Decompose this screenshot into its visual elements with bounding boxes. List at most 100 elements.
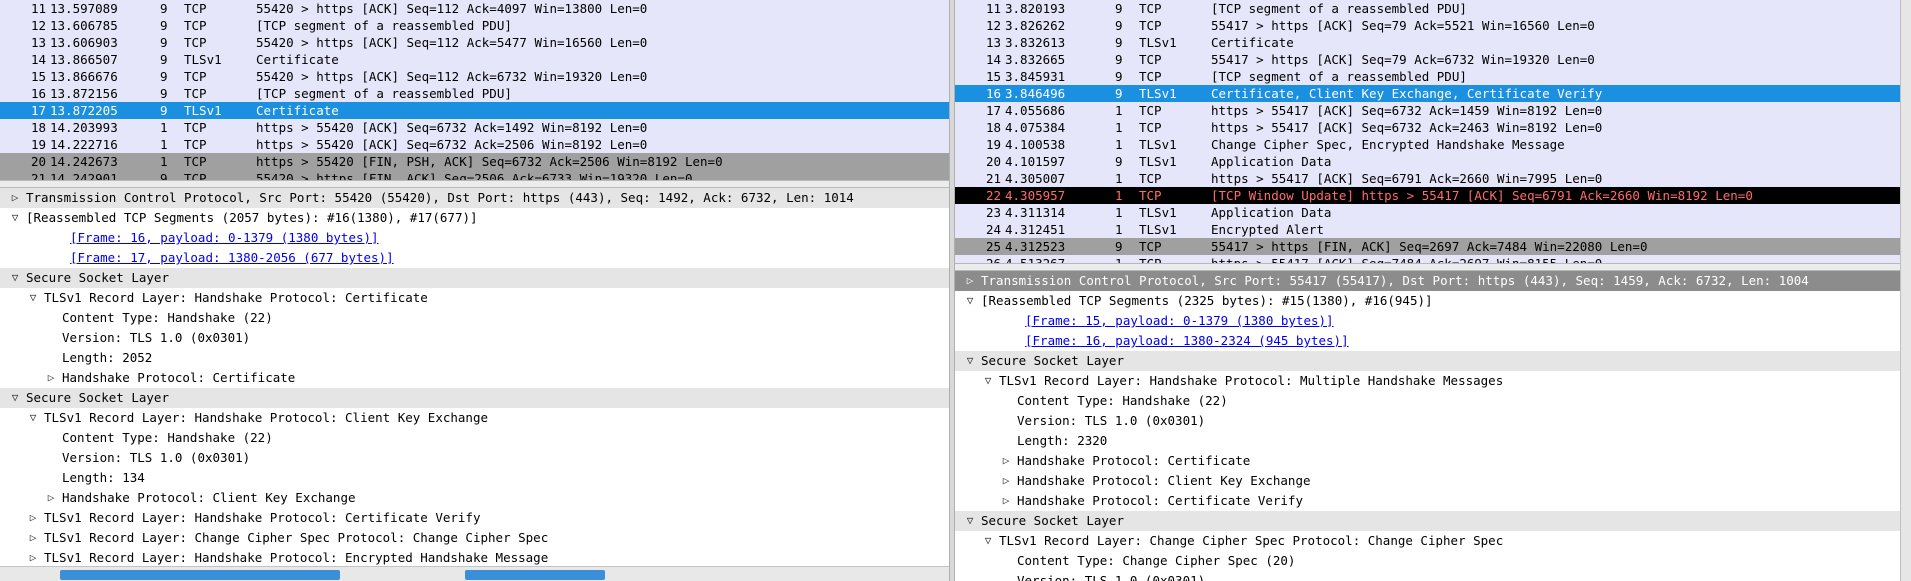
tree-node[interactable]: ▷ TLSv1 Record Layer: Change Cipher Spec … bbox=[0, 528, 949, 548]
collapsed-triangle-icon[interactable]: ▷ bbox=[999, 491, 1013, 511]
frame-link[interactable]: [Frame: 16, payload: 1380-2324 (945 byte… bbox=[1025, 331, 1349, 351]
expanded-triangle-icon[interactable]: ▽ bbox=[8, 268, 22, 288]
packet-row[interactable]: 25 4.312523 9 TCP 55417 > https [FIN, ACK] S… bbox=[955, 238, 1900, 255]
packet-row[interactable]: 18 4.075384 1 TCP https > 55417 [ACK] Seq=67… bbox=[955, 119, 1900, 136]
packet-row[interactable]: 12 3.826262 9 TCP 55417 > https [ACK] Seq=79… bbox=[955, 17, 1900, 34]
packet-row[interactable]: 16 3.846496 9 TLSv1 Certificate, Client Key … bbox=[955, 85, 1900, 102]
packet-row[interactable]: 13 13.606903 9 TCP 55420 > https [ACK] Seq=1… bbox=[0, 34, 949, 51]
collapsed-triangle-icon[interactable]: ▷ bbox=[8, 188, 22, 208]
packet-row[interactable]: 19 4.100538 1 TLSv1 Change Cipher Spec, Encr… bbox=[955, 136, 1900, 153]
tree-node[interactable]: ▷ Handshake Protocol: Certificate Verify bbox=[955, 491, 1900, 511]
window-edge-scrollbar[interactable] bbox=[1900, 0, 1911, 581]
packet-row[interactable]: 13 3.832613 9 TLSv1 Certificate bbox=[955, 34, 1900, 51]
tree-node[interactable]: Length: 134 bbox=[0, 468, 949, 488]
packet-row[interactable]: 11 3.820193 9 TCP [TCP segment of a reassemb… bbox=[955, 0, 1900, 17]
tree-node[interactable]: Version: TLS 1.0 (0x0301) bbox=[955, 411, 1900, 431]
expanded-triangle-icon[interactable]: ▽ bbox=[963, 511, 977, 531]
collapsed-triangle-icon[interactable]: ▷ bbox=[963, 271, 977, 291]
collapsed-triangle-icon[interactable]: ▷ bbox=[26, 528, 40, 548]
tree-node[interactable]: ▽ Secure Socket Layer bbox=[955, 351, 1900, 371]
packet-row[interactable]: 23 4.311314 1 TLSv1 Application Data bbox=[955, 204, 1900, 221]
frame-link-row[interactable]: [Frame: 16, payload: 0-1379 (1380 bytes)… bbox=[0, 228, 949, 248]
packet-protocol: TLSv1 bbox=[1139, 86, 1177, 101]
packet-row[interactable]: 14 3.832665 9 TCP 55417 > https [ACK] Seq=79… bbox=[955, 51, 1900, 68]
tree-node[interactable]: ▽ TLSv1 Record Layer: Handshake Protocol:… bbox=[955, 371, 1900, 391]
tree-node[interactable]: ▽ Secure Socket Layer bbox=[0, 268, 949, 288]
tree-node[interactable]: ▷ TLSv1 Record Layer: Handshake Protocol:… bbox=[0, 508, 949, 528]
pane-splitter[interactable] bbox=[0, 180, 949, 188]
packet-row[interactable]: 17 4.055686 1 TCP https > 55417 [ACK] Seq=67… bbox=[955, 102, 1900, 119]
tree-node-label: TLSv1 Record Layer: Change Cipher Spec P… bbox=[999, 533, 1504, 548]
tree-node[interactable]: ▽ TLSv1 Record Layer: Handshake Protocol:… bbox=[0, 408, 949, 428]
tree-node[interactable]: Version: TLS 1.0 (0x0301) bbox=[0, 448, 949, 468]
packet-row[interactable]: 26 4.5132671TCPhttps > 55417 [ACK] Seq=74… bbox=[955, 255, 1900, 263]
tree-node[interactable]: Version: TLS 1.0 (0x0301) bbox=[0, 328, 949, 348]
pane-splitter[interactable] bbox=[955, 263, 1900, 271]
packet-row[interactable]: 20 14.242673 1 TCP https > 55420 [FIN, PSH, … bbox=[0, 153, 949, 170]
frame-link-row[interactable]: [Frame: 17, payload: 1380-2056 (677 byte… bbox=[0, 248, 949, 268]
expanded-triangle-icon[interactable]: ▽ bbox=[26, 288, 40, 308]
tree-node[interactable]: Version: TLS 1.0 (0x0301) bbox=[955, 571, 1900, 581]
expanded-triangle-icon[interactable]: ▽ bbox=[963, 351, 977, 371]
packet-details-tree[interactable]: ▷ Transmission Control Protocol, Src Port… bbox=[0, 188, 949, 566]
tree-node[interactable]: ▽ [Reassembled TCP Segments (2057 bytes):… bbox=[0, 208, 949, 228]
collapsed-triangle-icon[interactable]: ▷ bbox=[44, 368, 58, 388]
tree-node[interactable]: ▽ Secure Socket Layer bbox=[0, 388, 949, 408]
packet-row[interactable]: 20 4.101597 9 TLSv1 Application Data bbox=[955, 153, 1900, 170]
tree-node[interactable]: ▷ Handshake Protocol: Certificate bbox=[955, 451, 1900, 471]
tree-node[interactable]: Content Type: Handshake (22) bbox=[955, 391, 1900, 411]
frame-link[interactable]: [Frame: 17, payload: 1380-2056 (677 byte… bbox=[70, 248, 394, 268]
tree-node[interactable]: Content Type: Handshake (22) bbox=[0, 428, 949, 448]
frame-link[interactable]: [Frame: 15, payload: 0-1379 (1380 bytes)… bbox=[1025, 311, 1334, 331]
bytes-tab-frame[interactable] bbox=[60, 570, 340, 580]
packet-row[interactable]: 18 14.203993 1 TCP https > 55420 [ACK] Seq=6… bbox=[0, 119, 949, 136]
collapsed-triangle-icon[interactable]: ▷ bbox=[44, 488, 58, 508]
packet-row[interactable]: 12 13.606785 9 TCP [TCP segment of a reassem… bbox=[0, 17, 949, 34]
frame-link[interactable]: [Frame: 16, payload: 0-1379 (1380 bytes)… bbox=[70, 228, 379, 248]
packet-source: 9 bbox=[160, 35, 168, 50]
expanded-triangle-icon[interactable]: ▽ bbox=[8, 388, 22, 408]
packet-row[interactable]: 14 13.866507 9 TLSv1 Certificate bbox=[0, 51, 949, 68]
tree-node[interactable]: ▷ TLSv1 Record Layer: Handshake Protocol:… bbox=[0, 548, 949, 566]
tree-node[interactable]: ▷ Handshake Protocol: Client Key Exchange bbox=[955, 471, 1900, 491]
tree-node-label: Content Type: Handshake (22) bbox=[62, 430, 273, 445]
frame-link-row[interactable]: [Frame: 16, payload: 1380-2324 (945 byte… bbox=[955, 331, 1900, 351]
tree-node[interactable]: ▽ [Reassembled TCP Segments (2325 bytes):… bbox=[955, 291, 1900, 311]
expanded-triangle-icon[interactable]: ▽ bbox=[981, 531, 995, 551]
packet-row[interactable]: 16 13.872156 9 TCP [TCP segment of a reassem… bbox=[0, 85, 949, 102]
tree-node[interactable]: Length: 2052 bbox=[0, 348, 949, 368]
packet-row[interactable]: 24 4.312451 1 TLSv1 Encrypted Alert bbox=[955, 221, 1900, 238]
frame-link-row[interactable]: [Frame: 15, payload: 0-1379 (1380 bytes)… bbox=[955, 311, 1900, 331]
tree-node[interactable]: ▽ TLSv1 Record Layer: Handshake Protocol:… bbox=[0, 288, 949, 308]
tree-node[interactable]: Content Type: Change Cipher Spec (20) bbox=[955, 551, 1900, 571]
packet-row[interactable]: 15 13.866676 9 TCP 55420 > https [ACK] Seq=1… bbox=[0, 68, 949, 85]
expanded-triangle-icon[interactable]: ▽ bbox=[963, 291, 977, 311]
tree-node[interactable]: ▽ TLSv1 Record Layer: Change Cipher Spec … bbox=[955, 531, 1900, 551]
packet-row[interactable]: 19 14.222716 1 TCP https > 55420 [ACK] Seq=6… bbox=[0, 136, 949, 153]
collapsed-triangle-icon[interactable]: ▷ bbox=[999, 471, 1013, 491]
packet-row[interactable]: 21 4.305007 1 TCP https > 55417 [ACK] Seq=67… bbox=[955, 170, 1900, 187]
expanded-triangle-icon[interactable]: ▽ bbox=[981, 371, 995, 391]
packet-row[interactable]: 11 13.597089 9 TCP 55420 > https [ACK] Seq=1… bbox=[0, 0, 949, 17]
packet-row[interactable]: 17 13.872205 9 TLSv1 Certificate bbox=[0, 102, 949, 119]
tree-node[interactable]: ▽ Secure Socket Layer bbox=[955, 511, 1900, 531]
collapsed-triangle-icon[interactable]: ▷ bbox=[26, 548, 40, 566]
packet-list[interactable]: 11 3.820193 9 TCP [TCP segment of a reassemb… bbox=[955, 0, 1900, 263]
collapsed-triangle-icon[interactable]: ▷ bbox=[26, 508, 40, 528]
packet-list[interactable]: 11 13.597089 9 TCP 55420 > https [ACK] Seq=1… bbox=[0, 0, 949, 180]
tree-node[interactable]: ▷ Handshake Protocol: Client Key Exchange bbox=[0, 488, 949, 508]
tree-node[interactable]: Content Type: Handshake (22) bbox=[0, 308, 949, 328]
packet-row[interactable]: 21 14.242901 9 TCP 55420 > https [FIN, ACK] … bbox=[0, 170, 949, 180]
tree-node[interactable]: Length: 2320 bbox=[955, 431, 1900, 451]
bytes-tab-reassembled[interactable] bbox=[465, 570, 605, 580]
expanded-triangle-icon[interactable]: ▽ bbox=[26, 408, 40, 428]
tree-node[interactable]: ▷ Transmission Control Protocol, Src Port… bbox=[0, 188, 949, 208]
packet-details-tree[interactable]: ▷ Transmission Control Protocol, Src Port… bbox=[955, 271, 1900, 581]
packet-time: 4.513267 bbox=[1005, 255, 1115, 263]
packet-row[interactable]: 15 3.845931 9 TCP [TCP segment of a reassemb… bbox=[955, 68, 1900, 85]
tree-node[interactable]: ▷ Handshake Protocol: Certificate bbox=[0, 368, 949, 388]
collapsed-triangle-icon[interactable]: ▷ bbox=[999, 451, 1013, 471]
packet-row[interactable]: 22 4.305957 1 TCP [TCP Window Update] https … bbox=[955, 187, 1900, 204]
expanded-triangle-icon[interactable]: ▽ bbox=[8, 208, 22, 228]
tree-node[interactable]: ▷ Transmission Control Protocol, Src Port… bbox=[955, 271, 1900, 291]
